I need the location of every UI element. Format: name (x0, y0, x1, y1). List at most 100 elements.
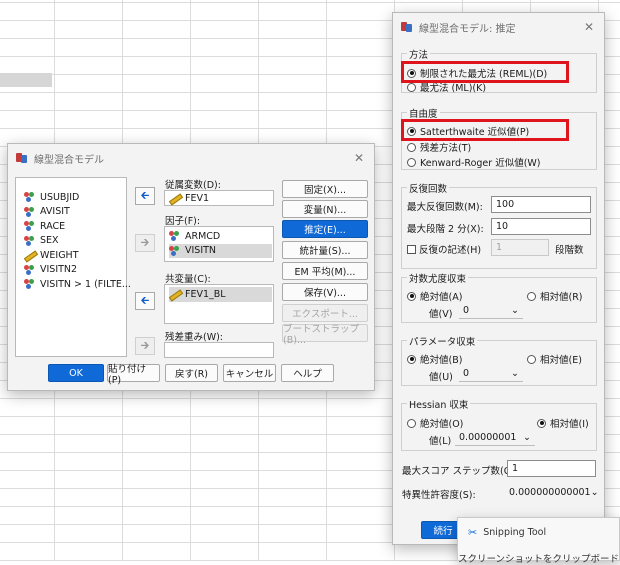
scale-variable-icon (169, 193, 181, 203)
radio-selected-icon (407, 354, 416, 364)
nominal-variable-icon (24, 221, 36, 232)
dependent-label: 従属変数(D): (165, 180, 221, 191)
hessian-title: Hessian 収束 (407, 397, 471, 411)
param-value-select[interactable]: 0 ⌄ (459, 366, 523, 382)
param-absolute-radio[interactable]: 絶対値(B) (407, 352, 462, 366)
param-title: パラメータ収束 (407, 334, 478, 348)
move-covariate-arrow[interactable]: 🡰 (135, 292, 155, 310)
dependent-variable: FEV1 (169, 191, 273, 206)
print-iteration-checkbox[interactable]: 反復の記述(H) (407, 242, 481, 256)
print-steps-input[interactable]: 1 (491, 239, 549, 256)
selected-cell[interactable] (0, 73, 52, 87)
dialog-titlebar: 線型混合モデル ✕ (8, 144, 374, 172)
max-iterations-input[interactable]: 100 (491, 196, 591, 213)
bootstrap-button[interactable]: ブートストラップ(B)... (282, 324, 368, 346)
nominal-variable-icon (169, 231, 181, 242)
param-value-label: 値(U) (429, 372, 453, 383)
toast-title: Snipping Tool (483, 527, 547, 538)
toast-message: スクリーンショットをクリップボードにコピー (458, 554, 620, 565)
loglik-absolute-radio[interactable]: 絶対値(A) (407, 289, 462, 303)
highlight-box (401, 119, 569, 141)
save-button[interactable]: 保存(V)... (282, 283, 368, 301)
nominal-variable-icon (24, 264, 36, 275)
factor-label: 因子(F): (165, 216, 201, 227)
variable-item[interactable]: RACE (24, 219, 126, 234)
export-button[interactable]: エクスポート... (282, 304, 368, 322)
hessian-absolute-radio[interactable]: 絶対値(O) (407, 416, 463, 430)
scissors-icon: ✂ (468, 526, 478, 539)
estimation-button[interactable]: 推定(E)... (282, 220, 368, 238)
fixed-button[interactable]: 固定(X)... (282, 180, 368, 198)
hessian-relative-radio[interactable]: 相対値(I) (537, 416, 589, 430)
kenward-roger-radio[interactable]: Kenward-Roger 近似値(W) (407, 155, 541, 169)
cancel-button[interactable]: キャンセル (223, 364, 276, 382)
spss-dialog-icon (16, 152, 28, 164)
variable-item[interactable]: SEX (24, 234, 126, 249)
random-button[interactable]: 変量(N)... (282, 200, 368, 218)
estimation-title: 線型混合モデル: 推定 (419, 23, 516, 35)
iterations-title: 反復回数 (407, 181, 450, 195)
chevron-down-icon: ⌄ (511, 305, 519, 316)
radio-selected-icon (407, 291, 416, 301)
variable-item[interactable]: AVISIT (24, 205, 126, 220)
loglik-title: 対数尤度収束 (407, 271, 469, 285)
em-means-button[interactable]: EM 平均(M)... (282, 262, 368, 280)
residual-weight-label: 残差重み(W): (165, 332, 224, 343)
covariate-list[interactable]: FEV1_BL (164, 284, 274, 324)
help-button[interactable]: ヘルプ (281, 364, 334, 382)
estimation-titlebar: 線型混合モデル: 推定 ✕ (393, 13, 604, 41)
chevron-down-icon: ⌄ (590, 486, 599, 498)
scale-variable-icon (24, 250, 36, 260)
loglik-value-label: 値(V) (429, 309, 453, 320)
estimation-dialog: 線型混合モデル: 推定 ✕ 方法 制限された最尤法 (REML)(D) 最尤法 … (392, 12, 605, 545)
loglik-value-select[interactable]: 0 ⌄ (459, 303, 523, 319)
variable-item[interactable]: VISITN > 1 (FILTE... (24, 277, 131, 292)
max-scoring-input[interactable]: 1 (507, 460, 596, 477)
singularity-select[interactable]: 0.000000000001 ⌄ (505, 484, 599, 500)
move-factor-arrow[interactable]: 🡲 (135, 234, 155, 252)
radio-unselected-icon (407, 157, 416, 167)
chevron-down-icon: ⌄ (523, 432, 531, 443)
variable-item[interactable]: USUBJID (24, 190, 126, 205)
move-dependent-arrow[interactable]: 🡰 (135, 187, 155, 205)
snipping-tool-notification[interactable]: ✂ Snipping Tool スクリーンショットをクリップボードにコピー (457, 517, 620, 565)
close-icon[interactable]: ✕ (354, 151, 364, 165)
dependent-field[interactable]: FEV1 (164, 190, 274, 206)
hessian-value-label: 値(L) (429, 436, 452, 447)
max-iterations-label: 最大反復回数(M): (407, 202, 483, 213)
toast-header: ✂ Snipping Tool (468, 526, 546, 539)
nominal-variable-icon (169, 245, 181, 256)
max-step-halving-input[interactable]: 10 (491, 218, 591, 235)
radio-unselected-icon (407, 142, 416, 152)
radio-selected-icon (537, 418, 546, 428)
df-title: 自由度 (407, 106, 440, 120)
move-weight-arrow[interactable]: 🡲 (135, 337, 155, 355)
max-step-halving-label: 最大段階 2 分(X): (407, 224, 484, 235)
factor-list[interactable]: ARMCD VISITN (164, 226, 274, 262)
ok-button[interactable]: OK (48, 364, 104, 382)
residual-weight-field[interactable] (164, 342, 274, 358)
covariate-item: FEV1_BL (169, 287, 272, 302)
factor-item: ARMCD (169, 229, 273, 244)
nominal-variable-icon (24, 279, 36, 290)
nominal-variable-icon (24, 235, 36, 246)
paste-button[interactable]: 貼り付け(P) (107, 364, 160, 386)
variable-list[interactable]: USUBJID AVISIT RACE SEX WEIGHT VISITN2 VISITN … (15, 177, 131, 357)
scale-variable-icon (169, 289, 181, 299)
spss-dialog-icon (401, 21, 413, 33)
variable-item[interactable]: WEIGHT (24, 248, 126, 263)
method-title: 方法 (407, 47, 431, 61)
hessian-value-select[interactable]: 0.00000001 ⌄ (455, 430, 535, 446)
radio-unselected-icon (527, 354, 536, 364)
reset-button[interactable]: 戻す(R) (165, 364, 218, 382)
residual-radio[interactable]: 残差方法(T) (407, 140, 471, 154)
close-icon[interactable]: ✕ (584, 20, 594, 34)
max-scoring-label: 最大スコア ステップ数(G): (402, 466, 518, 477)
statistics-button[interactable]: 統計量(S)... (282, 241, 368, 259)
loglik-relative-radio[interactable]: 相対値(R) (527, 289, 583, 303)
steps-label: 段階数 (555, 245, 584, 256)
param-relative-radio[interactable]: 相対値(E) (527, 352, 582, 366)
nominal-variable-icon (24, 206, 36, 217)
radio-unselected-icon (407, 82, 416, 92)
variable-item[interactable]: VISITN2 (24, 263, 126, 278)
